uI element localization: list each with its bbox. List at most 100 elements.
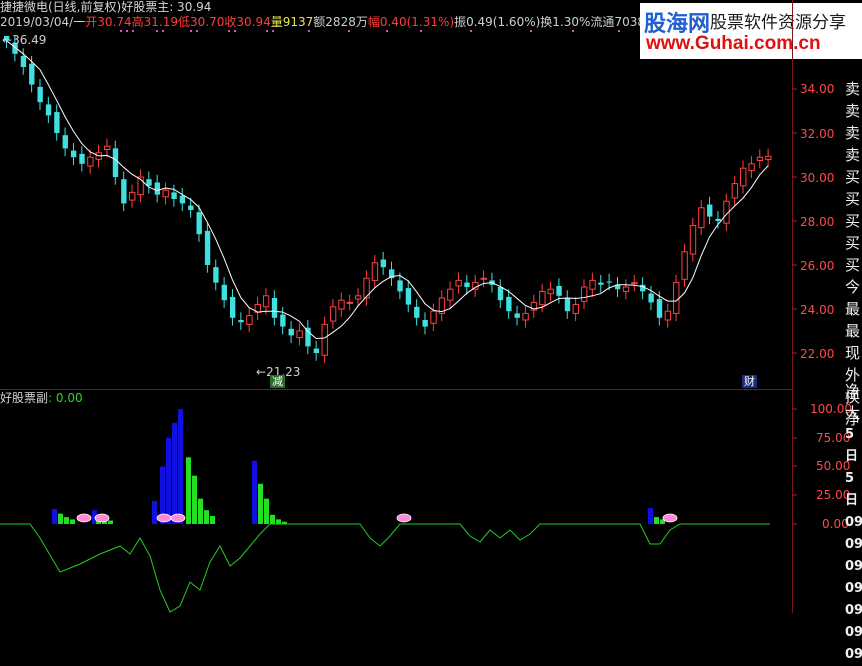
candle[interactable]	[731, 183, 739, 199]
panel-item[interactable]: 09	[845, 556, 862, 578]
candle[interactable]	[589, 279, 596, 290]
panel-item[interactable]: 买	[845, 188, 862, 210]
candle[interactable]	[20, 56, 27, 67]
panel-item[interactable]: 09	[845, 512, 862, 534]
candle[interactable]	[54, 112, 60, 133]
candle[interactable]	[87, 156, 94, 167]
panel-item[interactable]: 5日	[845, 468, 862, 512]
candle[interactable]	[522, 312, 529, 321]
candle[interactable]	[371, 262, 379, 281]
candle[interactable]	[547, 288, 554, 295]
candle[interactable]	[698, 207, 705, 229]
panel-item[interactable]: 09	[845, 600, 862, 622]
candle[interactable]	[213, 267, 219, 283]
candle[interactable]	[765, 155, 772, 160]
candle[interactable]	[581, 286, 588, 302]
candle[interactable]	[121, 179, 127, 204]
candle[interactable]	[598, 282, 604, 285]
candle[interactable]	[238, 320, 244, 323]
panel-item[interactable]: 买	[845, 254, 862, 276]
candle[interactable]	[556, 285, 562, 296]
candle[interactable]	[664, 310, 672, 321]
candle[interactable]	[296, 330, 303, 339]
candle[interactable]	[79, 153, 85, 164]
candle[interactable]	[572, 304, 579, 314]
candle[interactable]	[430, 310, 437, 324]
candle[interactable]	[103, 145, 111, 150]
candle[interactable]	[37, 86, 43, 103]
candle[interactable]	[313, 348, 320, 353]
panel-item[interactable]: 买	[845, 210, 862, 232]
candle[interactable]	[681, 251, 688, 280]
candle[interactable]	[740, 167, 747, 187]
candle[interactable]	[707, 204, 713, 217]
candle[interactable]	[648, 293, 654, 303]
candle[interactable]	[45, 104, 52, 116]
candle[interactable]	[62, 135, 68, 149]
candle[interactable]	[756, 156, 764, 161]
panel-item[interactable]: 大	[845, 402, 862, 424]
candle[interactable]	[656, 299, 663, 318]
candle[interactable]	[280, 314, 286, 327]
panel-item[interactable]: 买	[845, 232, 862, 254]
candle[interactable]	[673, 282, 680, 314]
candle[interactable]	[146, 179, 152, 186]
candle[interactable]	[414, 306, 420, 318]
candle[interactable]	[229, 296, 236, 318]
candle[interactable]	[179, 195, 186, 204]
candle[interactable]	[288, 328, 294, 336]
candle[interactable]	[29, 63, 35, 85]
candle[interactable]	[246, 315, 253, 325]
candle[interactable]	[188, 205, 194, 210]
panel-item[interactable]: 09	[845, 622, 862, 644]
candle[interactable]	[129, 191, 136, 201]
candle[interactable]	[715, 218, 721, 221]
candle[interactable]	[506, 296, 512, 312]
candle[interactable]	[329, 306, 337, 322]
candle[interactable]	[480, 277, 487, 280]
candle[interactable]	[514, 313, 520, 318]
panel-item[interactable]: 卖	[845, 78, 862, 100]
event-mark-reduce[interactable]: 减	[270, 375, 285, 388]
candle[interactable]	[70, 150, 77, 158]
candle[interactable]	[497, 287, 504, 301]
candle[interactable]	[539, 290, 546, 306]
candle[interactable]	[271, 298, 278, 318]
sub-indicator-chart[interactable]	[0, 390, 792, 613]
panel-item[interactable]: 5日	[845, 424, 862, 468]
candle[interactable]	[564, 298, 571, 312]
candle[interactable]	[397, 280, 403, 292]
candle[interactable]	[355, 295, 362, 300]
panel-item[interactable]: 最	[845, 298, 862, 320]
candle[interactable]	[196, 212, 202, 235]
candle[interactable]	[262, 295, 270, 308]
candle[interactable]	[606, 281, 612, 283]
candle[interactable]	[464, 282, 470, 287]
panel-item[interactable]: 现	[845, 342, 862, 364]
candle[interactable]	[447, 288, 454, 301]
candle[interactable]	[380, 259, 386, 268]
panel-item[interactable]: 09	[845, 534, 862, 556]
candle[interactable]	[162, 189, 169, 198]
candle[interactable]	[305, 327, 311, 347]
candle[interactable]	[422, 320, 428, 327]
candle[interactable]	[748, 163, 755, 171]
candle[interactable]	[631, 282, 638, 285]
candle[interactable]	[154, 182, 161, 195]
candle[interactable]	[112, 148, 119, 177]
candlestick-chart[interactable]	[0, 36, 792, 388]
candle[interactable]	[338, 299, 345, 310]
event-mark-finance[interactable]: 财	[742, 375, 757, 388]
panel-item[interactable]: 买	[845, 166, 862, 188]
candle[interactable]	[455, 279, 462, 287]
candle[interactable]	[171, 192, 177, 199]
candle[interactable]	[689, 224, 697, 255]
panel-item[interactable]: 09	[845, 578, 862, 600]
candle[interactable]	[204, 230, 211, 265]
candle[interactable]	[321, 323, 328, 356]
panel-item[interactable]: 净	[845, 380, 862, 402]
candle[interactable]	[405, 288, 412, 305]
panel-item[interactable]: 卖	[845, 144, 862, 166]
panel-item[interactable]: 卖	[845, 122, 862, 144]
candle[interactable]	[221, 284, 227, 301]
